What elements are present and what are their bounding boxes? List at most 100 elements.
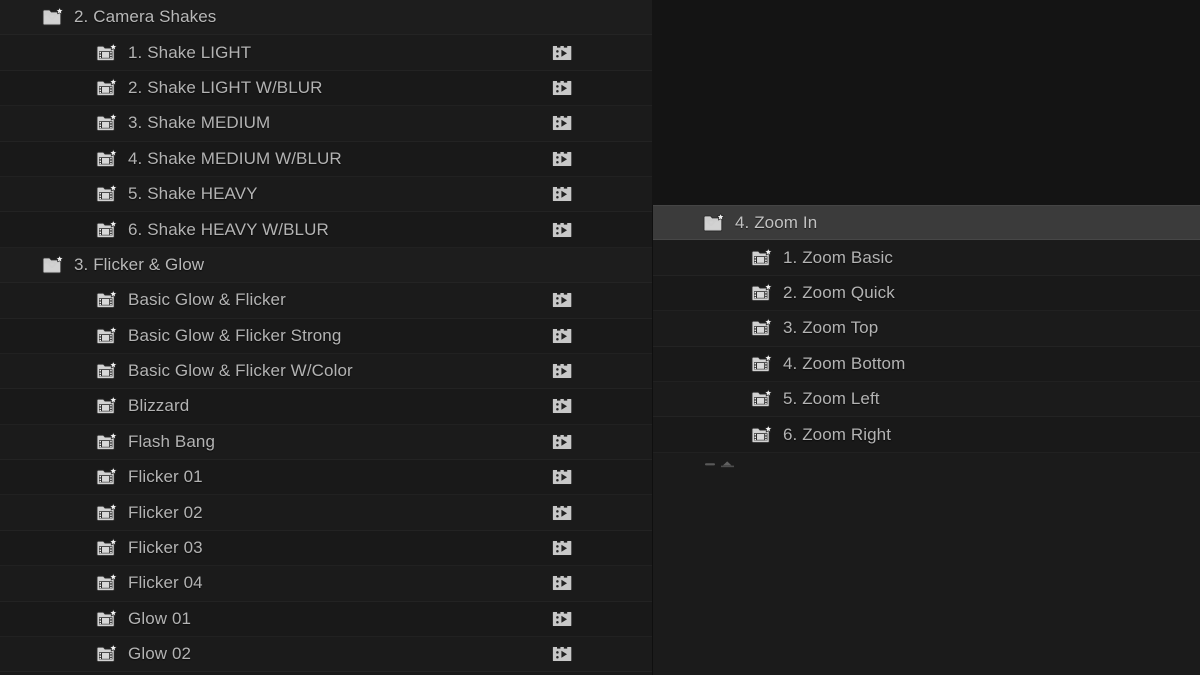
item-label: Flicker 03 (128, 538, 203, 558)
chevron-down-icon[interactable] (703, 215, 719, 231)
film-play-icon[interactable] (552, 538, 573, 558)
item-label: 2. Shake LIGHT W/BLUR (128, 77, 323, 97)
item-label: Flicker 02 (128, 502, 203, 522)
tree-item-row[interactable]: 6. Shake HEAVY W/BLUR (0, 212, 652, 248)
preset-folder-icon (751, 389, 774, 409)
group-label: 4. Zoom In (735, 212, 818, 232)
tree-item-row[interactable]: Glow 01 (0, 601, 652, 638)
preset-folder-icon (96, 113, 119, 133)
item-label: 1. Zoom Basic (783, 247, 893, 267)
film-play-icon[interactable] (552, 220, 573, 240)
film-play-icon[interactable] (552, 290, 573, 310)
film-play-icon[interactable] (552, 644, 573, 664)
tree-item-row[interactable]: 5. Shake HEAVY (0, 176, 652, 213)
item-label: 1. Shake LIGHT (128, 42, 252, 62)
row-content: Basic Glow & Flicker (0, 290, 286, 310)
film-play-icon[interactable] (552, 326, 573, 346)
preset-folder-icon (751, 282, 774, 303)
tree-item-row[interactable]: Basic Glow & Flicker W/Color (0, 353, 652, 390)
row-content: 3. Zoom Top (653, 318, 878, 338)
film-play-icon[interactable] (552, 43, 573, 63)
cut-off-icon (705, 460, 745, 468)
row-content: Flicker 04 (0, 573, 203, 593)
item-label: Glow 01 (128, 608, 192, 628)
film-play-icon[interactable] (552, 573, 573, 593)
app-root: 2. Camera Shakes 1. Shake LIGHT 2. Shake L… (0, 0, 1200, 675)
preset-folder-icon (96, 290, 119, 310)
tree-item-row[interactable]: 1. Zoom Basic (653, 240, 1200, 276)
tree-item-row[interactable]: Flicker 01 (0, 460, 652, 496)
film-play-icon[interactable] (552, 113, 573, 133)
row-content: 4. Zoom In (653, 213, 817, 233)
film-play-icon[interactable] (552, 609, 573, 629)
tree-item-row[interactable]: 4. Zoom Bottom (653, 346, 1200, 382)
preset-folder-icon (96, 77, 119, 98)
group-label: 3. Flicker & Glow (74, 254, 205, 274)
row-content: 4. Zoom Bottom (653, 353, 906, 374)
tree-item-row[interactable]: 3. Zoom Top (653, 311, 1200, 347)
tree-item-row[interactable]: 3. Shake MEDIUM (0, 106, 652, 142)
preset-tree-left-panel[interactable]: 2. Camera Shakes 1. Shake LIGHT 2. Shake L… (0, 0, 652, 675)
film-play-icon[interactable] (552, 361, 573, 381)
preset-folder-icon (751, 353, 774, 374)
tree-item-row[interactable]: Flash Bang (0, 424, 652, 461)
tree-item-row[interactable]: Flicker 03 (0, 530, 652, 567)
tree-item-row[interactable]: 4. Shake MEDIUM W/BLUR (0, 141, 652, 177)
film-play-icon[interactable] (552, 432, 573, 452)
panel-empty-area (653, 480, 1200, 675)
tree-item-row[interactable]: 2. Shake LIGHT W/BLUR (0, 70, 652, 107)
item-label: Glow 02 (128, 644, 192, 664)
tree-item-row[interactable]: Glow 02 (0, 637, 652, 673)
item-label: 4. Shake MEDIUM W/BLUR (128, 148, 342, 168)
tree-item-row[interactable]: 5. Zoom Left (653, 381, 1200, 418)
preset-folder-icon (96, 644, 119, 664)
preset-tree-right-panel[interactable]: 4. Zoom In 1. Zoom Basic 2. Zoom Quick 3. Z… (652, 205, 1200, 675)
row-content: Flicker 01 (0, 467, 203, 487)
tree-item-row[interactable]: 1. Shake LIGHT (0, 35, 652, 71)
item-label: 6. Shake HEAVY W/BLUR (128, 219, 329, 239)
tree-group-row[interactable]: 2. Camera Shakes (0, 0, 652, 36)
item-label: 5. Shake HEAVY (128, 184, 258, 204)
row-content: Glow 01 (0, 608, 192, 629)
film-play-icon[interactable] (552, 396, 573, 416)
preset-folder-icon (751, 318, 774, 338)
preset-folder-icon (96, 573, 119, 593)
film-play-icon[interactable] (552, 149, 573, 169)
film-play-icon[interactable] (552, 467, 573, 487)
item-label: 5. Zoom Left (783, 389, 880, 409)
group-label: 2. Camera Shakes (74, 7, 217, 27)
row-content: Flash Bang (0, 431, 215, 452)
item-label: Basic Glow & Flicker (128, 290, 286, 310)
preset-folder-icon (96, 219, 119, 240)
row-content: Flicker 03 (0, 538, 203, 558)
item-label: 3. Shake MEDIUM (128, 113, 271, 133)
film-play-icon[interactable] (552, 184, 573, 204)
tree-item-row[interactable]: 6. Zoom Right (653, 417, 1200, 453)
preset-folder-icon (96, 148, 119, 169)
tree-item-row[interactable]: Basic Glow & Flicker (0, 283, 652, 319)
item-label: 4. Zoom Bottom (783, 353, 906, 373)
row-content: 1. Zoom Basic (653, 247, 893, 268)
film-play-icon[interactable] (552, 78, 573, 98)
tree-item-row[interactable]: Blizzard (0, 389, 652, 425)
row-content: Blizzard (0, 396, 189, 416)
row-content: Basic Glow & Flicker W/Color (0, 361, 353, 381)
item-label: 2. Zoom Quick (783, 282, 895, 302)
row-content: 2. Zoom Quick (653, 282, 895, 303)
row-content: 3. Flicker & Glow (0, 255, 204, 275)
tree-item-row[interactable]: Flicker 04 (0, 566, 652, 602)
tree-group-row[interactable]: 4. Zoom In (653, 205, 1200, 241)
chevron-down-icon[interactable] (44, 9, 60, 25)
tree-item-row[interactable]: 2. Zoom Quick (653, 275, 1200, 312)
tree-item-row[interactable]: Basic Glow & Flicker Strong (0, 318, 652, 354)
tree-group-row[interactable]: 3. Flicker & Glow (0, 247, 652, 284)
film-play-icon[interactable] (552, 503, 573, 523)
preset-folder-icon (96, 467, 119, 487)
item-label: 3. Zoom Top (783, 318, 879, 338)
chevron-down-icon[interactable] (44, 257, 60, 273)
preset-folder-icon (751, 424, 774, 445)
row-content: 1. Shake LIGHT (0, 42, 252, 63)
row-content: 5. Shake HEAVY (0, 184, 258, 204)
tree-item-row[interactable]: Flicker 02 (0, 495, 652, 531)
preset-folder-icon (96, 184, 119, 204)
